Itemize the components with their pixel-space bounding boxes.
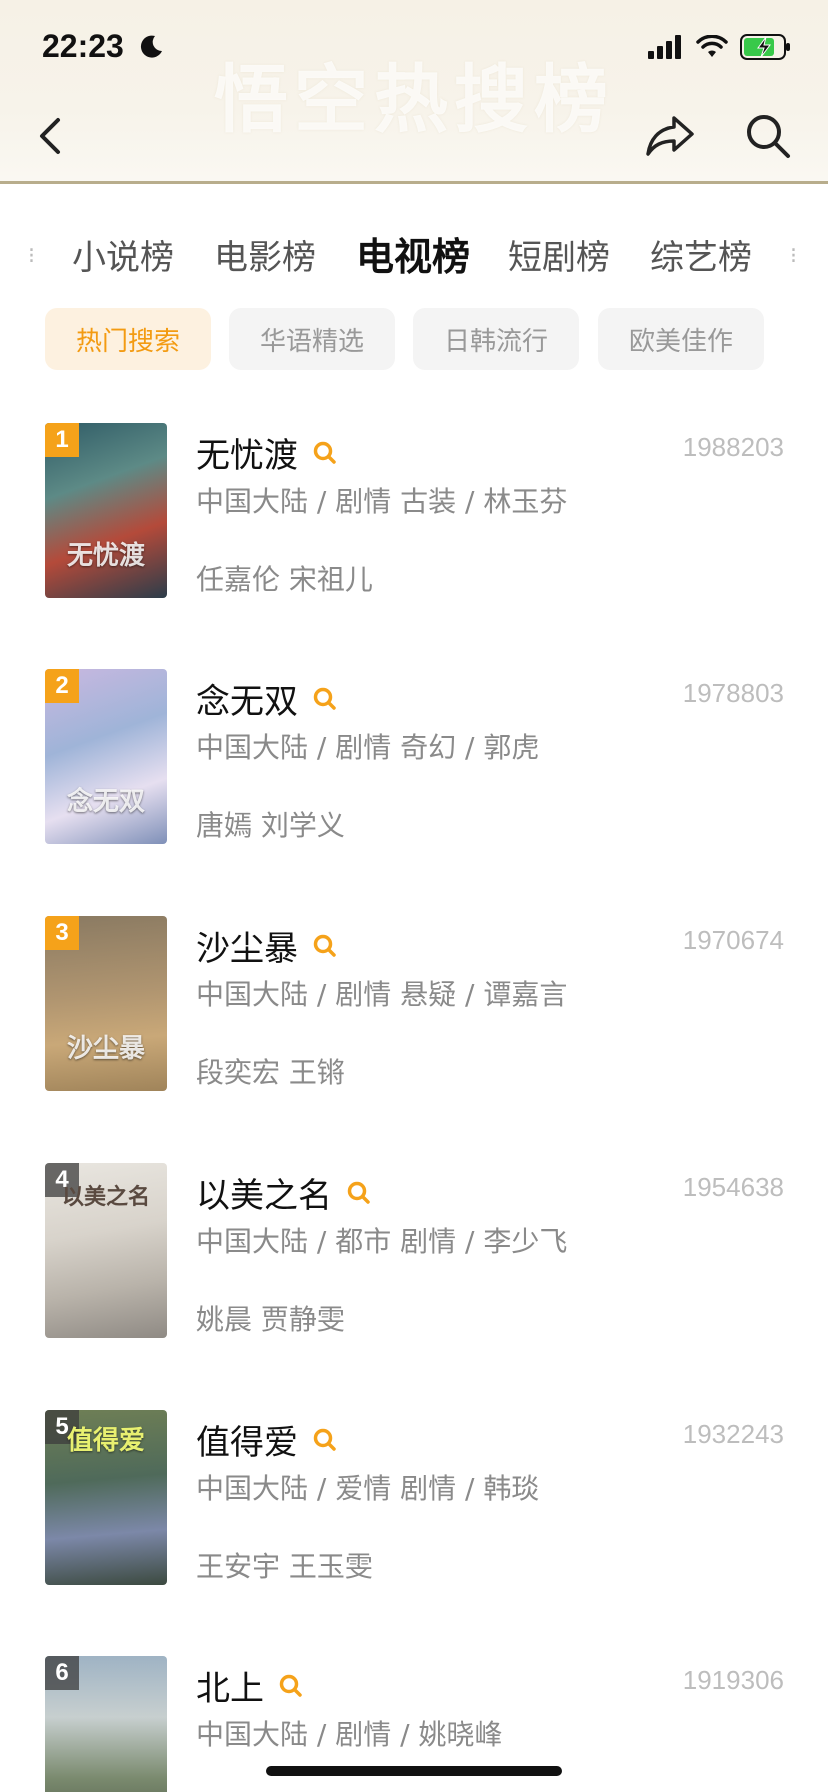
item-title: 沙尘暴 xyxy=(196,929,298,969)
tab-scroll-edge-left: ⁝ xyxy=(28,244,35,269)
rank-badge: 6 xyxy=(45,1656,79,1690)
page: 悟空热搜榜 22:23 ⁝ 小说榜 电影榜 电视榜 短剧榜 综艺榜 ⁝ 热门搜索… xyxy=(0,0,828,1792)
search-icon[interactable] xyxy=(312,686,338,712)
header: 悟空热搜榜 22:23 xyxy=(0,0,828,184)
item-title: 值得爱 xyxy=(196,1423,298,1463)
cellular-signal-icon xyxy=(648,35,681,59)
list-item[interactable]: 3 沙尘暴 沙尘暴 中国大陆 / 剧情 悬疑 / 谭嘉言 段奕宏 王锵 1970… xyxy=(0,913,828,1093)
chip-hot-search[interactable]: 热门搜索 xyxy=(45,308,211,370)
item-meta: 中国大陆 / 剧情 / 姚晓峰 xyxy=(196,1718,503,1751)
back-arrow-icon[interactable] xyxy=(32,114,72,158)
tab-short-drama[interactable]: 短剧榜 xyxy=(508,230,610,279)
chip-chinese-picks[interactable]: 华语精选 xyxy=(229,308,395,370)
item-meta: 中国大陆 / 剧情 悬疑 / 谭嘉言 xyxy=(196,978,568,1011)
poster-title: 沙尘暴 xyxy=(66,1034,145,1064)
item-meta: 中国大陆 / 剧情 奇幻 / 郭虎 xyxy=(196,731,540,764)
item-meta: 中国大陆 / 都市 剧情 / 李少飞 xyxy=(196,1225,568,1258)
poster-image: 2 念无双 xyxy=(45,669,167,844)
moon-icon xyxy=(140,35,162,58)
tab-movie[interactable]: 电影榜 xyxy=(214,230,316,279)
tab-tv[interactable]: 电视榜 xyxy=(356,226,470,281)
search-icon[interactable] xyxy=(278,1673,304,1699)
chip-japan-korea[interactable]: 日韩流行 xyxy=(413,308,579,370)
item-cast: 唐嫣 刘学义 xyxy=(196,809,345,842)
item-meta: 中国大陆 / 爱情 剧情 / 韩琰 xyxy=(196,1472,540,1505)
tab-variety[interactable]: 综艺榜 xyxy=(650,230,752,279)
rank-badge: 1 xyxy=(45,423,79,457)
item-score: 1988203 xyxy=(682,432,784,462)
item-score: 1970674 xyxy=(682,925,784,955)
search-icon[interactable] xyxy=(346,1180,372,1206)
rank-badge: 3 xyxy=(45,916,79,950)
poster-image: 1 无忧渡 xyxy=(45,423,167,598)
poster-title: 无忧渡 xyxy=(66,541,145,571)
item-title: 北上 xyxy=(196,1669,264,1709)
item-score: 1978803 xyxy=(682,678,784,708)
wifi-icon xyxy=(696,35,728,57)
item-title-row: 念无双 xyxy=(196,674,338,723)
item-cast: 姚晨 贾静雯 xyxy=(196,1303,345,1336)
item-meta: 中国大陆 / 剧情 古装 / 林玉芬 xyxy=(196,485,568,518)
item-title-row: 沙尘暴 xyxy=(196,921,338,970)
item-score: 1919306 xyxy=(682,1665,784,1695)
item-score: 1932243 xyxy=(682,1419,784,1449)
item-title: 以美之名 xyxy=(196,1176,332,1216)
item-cast: 王安宇 王玉雯 xyxy=(196,1550,373,1583)
tab-scroll-edge-right: ⁝ xyxy=(790,244,797,269)
poster-image: 5 值得爱 xyxy=(45,1410,167,1585)
poster-title: 以美之名 xyxy=(61,1185,150,1210)
poster-title: 念无双 xyxy=(66,787,145,817)
item-title: 无忧渡 xyxy=(196,436,298,476)
poster-title: 值得爱 xyxy=(66,1426,145,1456)
list-item[interactable]: 2 念无双 念无双 中国大陆 / 剧情 奇幻 / 郭虎 唐嫣 刘学义 19788… xyxy=(0,666,828,846)
list-item[interactable]: 1 无忧渡 无忧渡 中国大陆 / 剧情 古装 / 林玉芬 任嘉伦 宋祖儿 198… xyxy=(0,420,828,600)
list-item[interactable]: 5 值得爱 值得爱 中国大陆 / 爱情 剧情 / 韩琰 王安宇 王玉雯 1932… xyxy=(0,1407,828,1587)
item-cast: 段奕宏 王锵 xyxy=(196,1056,345,1089)
search-icon[interactable] xyxy=(312,1427,338,1453)
share-icon[interactable] xyxy=(644,112,696,160)
poster-image: 4 以美之名 xyxy=(45,1163,167,1338)
battery-charging-icon xyxy=(740,34,790,60)
search-icon[interactable] xyxy=(312,933,338,959)
item-score: 1954638 xyxy=(682,1172,784,1202)
item-title-row: 以美之名 xyxy=(196,1168,372,1217)
search-icon[interactable] xyxy=(312,440,338,466)
tab-novel[interactable]: 小说榜 xyxy=(72,230,174,279)
list-item[interactable]: 4 以美之名 以美之名 中国大陆 / 都市 剧情 / 李少飞 姚晨 贾静雯 19… xyxy=(0,1160,828,1340)
status-icons xyxy=(648,34,792,60)
chip-western[interactable]: 欧美佳作 xyxy=(598,308,764,370)
status-time: 22:23 xyxy=(42,28,124,64)
item-cast: 任嘉伦 宋祖儿 xyxy=(196,563,373,596)
item-title: 念无双 xyxy=(196,682,298,722)
item-title-row: 无忧渡 xyxy=(196,428,338,477)
category-tabs: ⁝ 小说榜 电影榜 电视榜 短剧榜 综艺榜 ⁝ xyxy=(0,220,828,290)
item-title-row: 北上 xyxy=(196,1661,304,1710)
poster-image: 3 沙尘暴 xyxy=(45,916,167,1091)
item-title-row: 值得爱 xyxy=(196,1415,338,1464)
search-icon[interactable] xyxy=(744,112,792,160)
poster-image: 6 xyxy=(45,1656,167,1792)
rank-badge: 2 xyxy=(45,669,79,703)
home-indicator[interactable] xyxy=(266,1766,562,1776)
